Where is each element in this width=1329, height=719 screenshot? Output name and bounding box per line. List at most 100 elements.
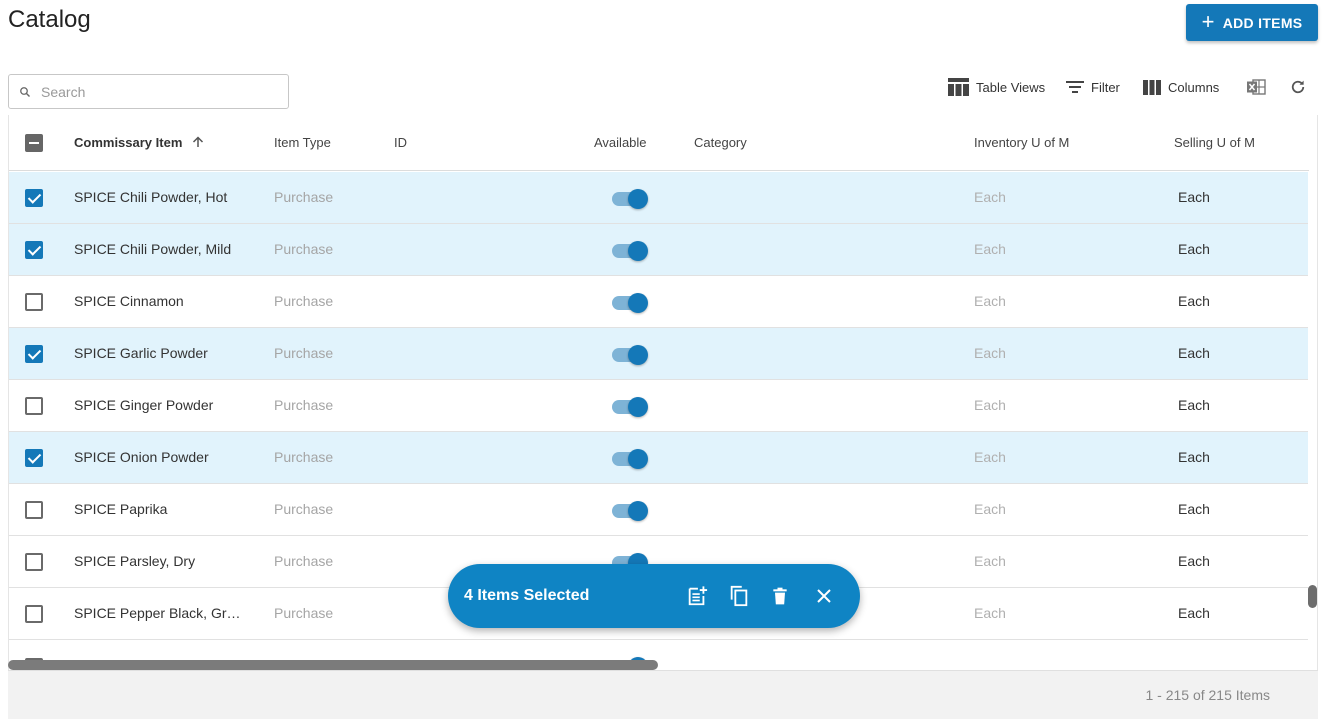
cell-item-type: Purchase [274, 449, 334, 465]
search-box [8, 74, 289, 109]
table-row[interactable]: SPICE Paprika Purchase Each Each [9, 484, 1308, 536]
cell-item-name: SPICE Chili Powder, Hot [74, 189, 228, 205]
filter-button[interactable]: Filter [1066, 76, 1120, 98]
table-views-icon [948, 78, 969, 96]
delete-button[interactable] [768, 584, 792, 608]
cell-item-name: SPICE Cinnamon [74, 293, 184, 309]
row-checkbox[interactable] [25, 345, 43, 363]
cell-selling-uom: Each [1178, 189, 1210, 205]
refresh-button[interactable] [1289, 76, 1314, 98]
column-header-selling-uom[interactable]: Selling U of M [1174, 135, 1255, 150]
table-row[interactable]: SPICE Chili Powder, Mild Purchase Each Each [9, 224, 1308, 276]
cell-inventory-uom: Each [974, 605, 1006, 621]
note-add-icon [688, 586, 708, 606]
row-checkbox[interactable] [25, 189, 43, 207]
table-views-label: Table Views [976, 79, 1046, 95]
columns-label: Columns [1168, 79, 1220, 95]
cell-item-name: SPICE Garlic Powder [74, 345, 208, 361]
horizontal-scrollbar[interactable] [8, 660, 658, 670]
cell-inventory-uom: Each [974, 293, 1006, 309]
column-header-id[interactable]: ID [394, 135, 407, 150]
cell-selling-uom: Each [1178, 553, 1210, 569]
table-row[interactable]: SPICE Chili Powder, Hot Purchase Each Each [9, 172, 1308, 224]
pagination-summary: 1 - 215 of 215 Items [1145, 687, 1270, 703]
cell-selling-uom: Each [1178, 449, 1210, 465]
table-row[interactable]: SPICE Onion Powder Purchase Each Each [9, 432, 1308, 484]
table-row[interactable]: SPICE Garlic Powder Purchase Each Each [9, 328, 1308, 380]
plus-icon: + [1201, 8, 1215, 34]
cell-item-type: Purchase [274, 605, 334, 621]
cell-inventory-uom: Each [974, 501, 1006, 517]
column-header-category[interactable]: Category [694, 135, 747, 150]
add-items-button[interactable]: + ADD ITEMS [1186, 4, 1318, 41]
filter-icon [1066, 81, 1084, 93]
cell-selling-uom: Each [1178, 397, 1210, 413]
cell-inventory-uom: Each [974, 449, 1006, 465]
table-header: Commissary Item Item Type ID Available C… [9, 115, 1309, 171]
row-checkbox[interactable] [25, 397, 43, 415]
table-row[interactable]: SPICE Ginger Powder Purchase Each Each [9, 380, 1308, 432]
selection-action-bar: 4 Items Selected [448, 564, 860, 628]
duplicate-button[interactable] [727, 584, 751, 608]
column-header-inventory-uom[interactable]: Inventory U of M [974, 135, 1069, 150]
cell-item-type: Purchase [274, 501, 334, 517]
cell-inventory-uom: Each [974, 553, 1006, 569]
cell-inventory-uom: Each [974, 345, 1006, 361]
excel-icon [1247, 79, 1266, 95]
cell-item-type: Purchase [274, 189, 334, 205]
row-checkbox[interactable] [25, 241, 43, 259]
row-checkbox[interactable] [25, 553, 43, 571]
search-icon [20, 86, 30, 97]
table-views-button[interactable]: Table Views [948, 76, 1045, 98]
cell-inventory-uom: Each [974, 189, 1006, 205]
available-toggle[interactable] [611, 449, 649, 469]
bulk-edit-button[interactable] [685, 584, 709, 608]
cell-item-name: SPICE Pepper Black, Gro… [74, 605, 246, 621]
close-icon [817, 589, 831, 603]
row-checkbox[interactable] [25, 605, 43, 623]
copy-icon [730, 585, 748, 607]
cell-item-name: SPICE Onion Powder [74, 449, 209, 465]
trash-icon [773, 587, 787, 605]
available-toggle[interactable] [611, 501, 649, 521]
available-toggle[interactable] [611, 189, 649, 209]
add-items-label: ADD ITEMS [1222, 14, 1303, 31]
columns-icon [1143, 79, 1161, 95]
table-footer: 1 - 215 of 215 Items [8, 670, 1318, 719]
cell-item-type: Purchase [274, 345, 334, 361]
columns-button[interactable]: Columns [1143, 76, 1219, 98]
available-toggle[interactable] [611, 293, 649, 313]
row-checkbox[interactable] [25, 293, 43, 311]
cell-item-type: Purchase [274, 293, 334, 309]
vertical-scrollbar[interactable] [1308, 585, 1317, 608]
cell-inventory-uom: Each [974, 397, 1006, 413]
cell-item-name: SPICE Parsley, Dry [74, 553, 196, 569]
cell-item-name: SPICE Chili Powder, Mild [74, 241, 232, 257]
row-checkbox[interactable] [25, 501, 43, 519]
cell-selling-uom: Each [1178, 605, 1210, 621]
cell-selling-uom: Each [1178, 501, 1210, 517]
cell-item-type: Purchase [274, 241, 334, 257]
available-toggle[interactable] [611, 241, 649, 261]
sort-ascending-icon [192, 136, 204, 147]
table-row[interactable]: SPICE Cinnamon Purchase Each Each [9, 276, 1308, 328]
column-header-available[interactable]: Available [594, 135, 647, 150]
refresh-icon [1291, 80, 1305, 94]
cell-item-name: SPICE Paprika [74, 501, 168, 517]
filter-label: Filter [1091, 79, 1120, 95]
search-input[interactable] [41, 83, 261, 100]
column-header-item-type[interactable]: Item Type [274, 135, 331, 150]
cell-selling-uom: Each [1178, 345, 1210, 361]
catalog-page: Catalog + ADD ITEMS Table Views Filter C… [0, 0, 1329, 719]
cell-inventory-uom: Each [974, 241, 1006, 257]
cell-item-type: Purchase [274, 397, 334, 413]
row-checkbox[interactable] [25, 449, 43, 467]
cell-selling-uom: Each [1178, 293, 1210, 309]
select-all-checkbox[interactable] [25, 134, 43, 152]
column-header-item[interactable]: Commissary Item [74, 135, 204, 150]
available-toggle[interactable] [611, 397, 649, 417]
close-selection-button[interactable] [812, 584, 836, 608]
page-title: Catalog [8, 6, 91, 33]
export-excel-button[interactable] [1246, 76, 1273, 98]
available-toggle[interactable] [611, 345, 649, 365]
